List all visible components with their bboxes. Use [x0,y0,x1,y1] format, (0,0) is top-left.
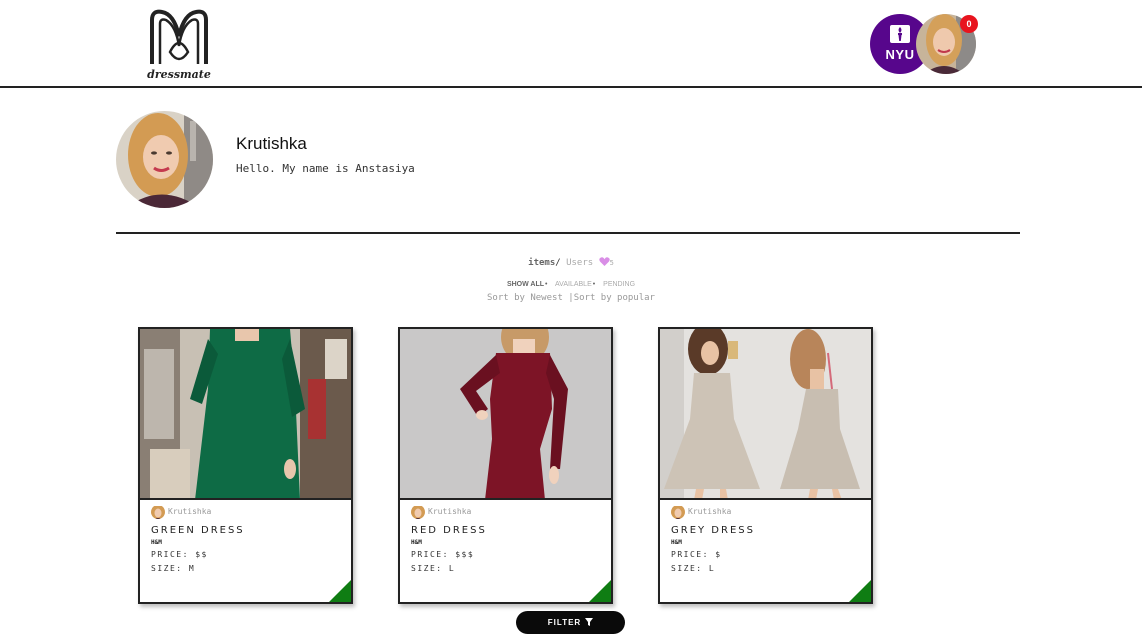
availability-filters: SHOW ALL• AVAILABLE• PENDING [0,281,1142,288]
tab-users-label: Users [566,258,594,268]
item-title: GREEN DRESS [151,525,245,536]
filter-button-label: FILTER [547,618,582,627]
tab-users[interactable]: Users 5 [566,257,614,268]
profile-divider [116,232,1020,234]
item-brand: H&M [671,539,682,546]
profile-bio: Hello. My name is Anstasiya [236,162,415,175]
item-card-grey-dress[interactable]: Krutishka GREY DRESS H&M PRICE: $ SIZE: … [658,327,873,604]
item-photo [660,329,871,500]
item-card-green-dress[interactable]: Krutishka GREEN DRESS H&M PRICE: $$ SIZE… [138,327,353,604]
filter-pending[interactable]: PENDING [603,281,635,288]
filter-dot: • [592,281,596,288]
item-photo [140,329,351,500]
heart-icon [598,257,610,266]
item-price: PRICE: $$ [151,550,208,559]
item-size: SIZE: L [671,564,716,573]
tab-separator: / [555,258,561,268]
nyu-torch-icon [890,25,910,43]
item-title: GREY DRESS [671,525,755,536]
item-size: SIZE: M [151,564,196,573]
item-brand: H&M [151,539,162,546]
owner-avatar [671,505,685,519]
item-price: PRICE: $ [671,550,722,559]
item-size: SIZE: L [411,564,456,573]
owner-name: Krutishka [168,507,212,516]
content-tabs: items/ Users 5 [0,257,1142,268]
item-price: PRICE: $$$ [411,550,475,559]
owner-name: Krutishka [428,507,472,516]
filter-dot: • [545,281,548,288]
filter-available[interactable]: AVAILABLE [555,281,592,288]
item-card-red-dress[interactable]: Krutishka RED DRESS H&M PRICE: $$$ SIZE:… [398,327,613,604]
availability-corner [849,580,871,602]
availability-corner [589,580,611,602]
top-header: dressmate NYU 0 [0,0,1142,88]
sort-popular[interactable]: Sort by popular [574,293,655,303]
funnel-icon [585,618,594,626]
sort-newest[interactable]: Sort by Newest [487,293,563,303]
tab-items[interactable]: items [528,258,555,268]
filter-button[interactable]: FILTER [516,611,625,634]
availability-corner [329,580,351,602]
sort-options: Sort by Newest |Sort by popular [0,293,1142,303]
logo-mark-icon [150,9,208,64]
owner-avatar [151,505,165,519]
profile-photo [116,111,213,208]
brand-name: dressmate [147,68,211,81]
filter-show-all[interactable]: SHOW ALL [507,281,544,288]
item-brand: H&M [411,539,422,546]
dressmate-logo[interactable]: dressmate [146,6,212,84]
item-photo [400,329,611,500]
profile-avatar [116,111,213,208]
owner-avatar [411,505,425,519]
profile-name: Krutishka [236,134,307,153]
owner-name: Krutishka [688,507,732,516]
item-title: RED DRESS [411,525,487,536]
notification-badge[interactable]: 0 [960,15,978,33]
users-count: 5 [609,259,614,267]
